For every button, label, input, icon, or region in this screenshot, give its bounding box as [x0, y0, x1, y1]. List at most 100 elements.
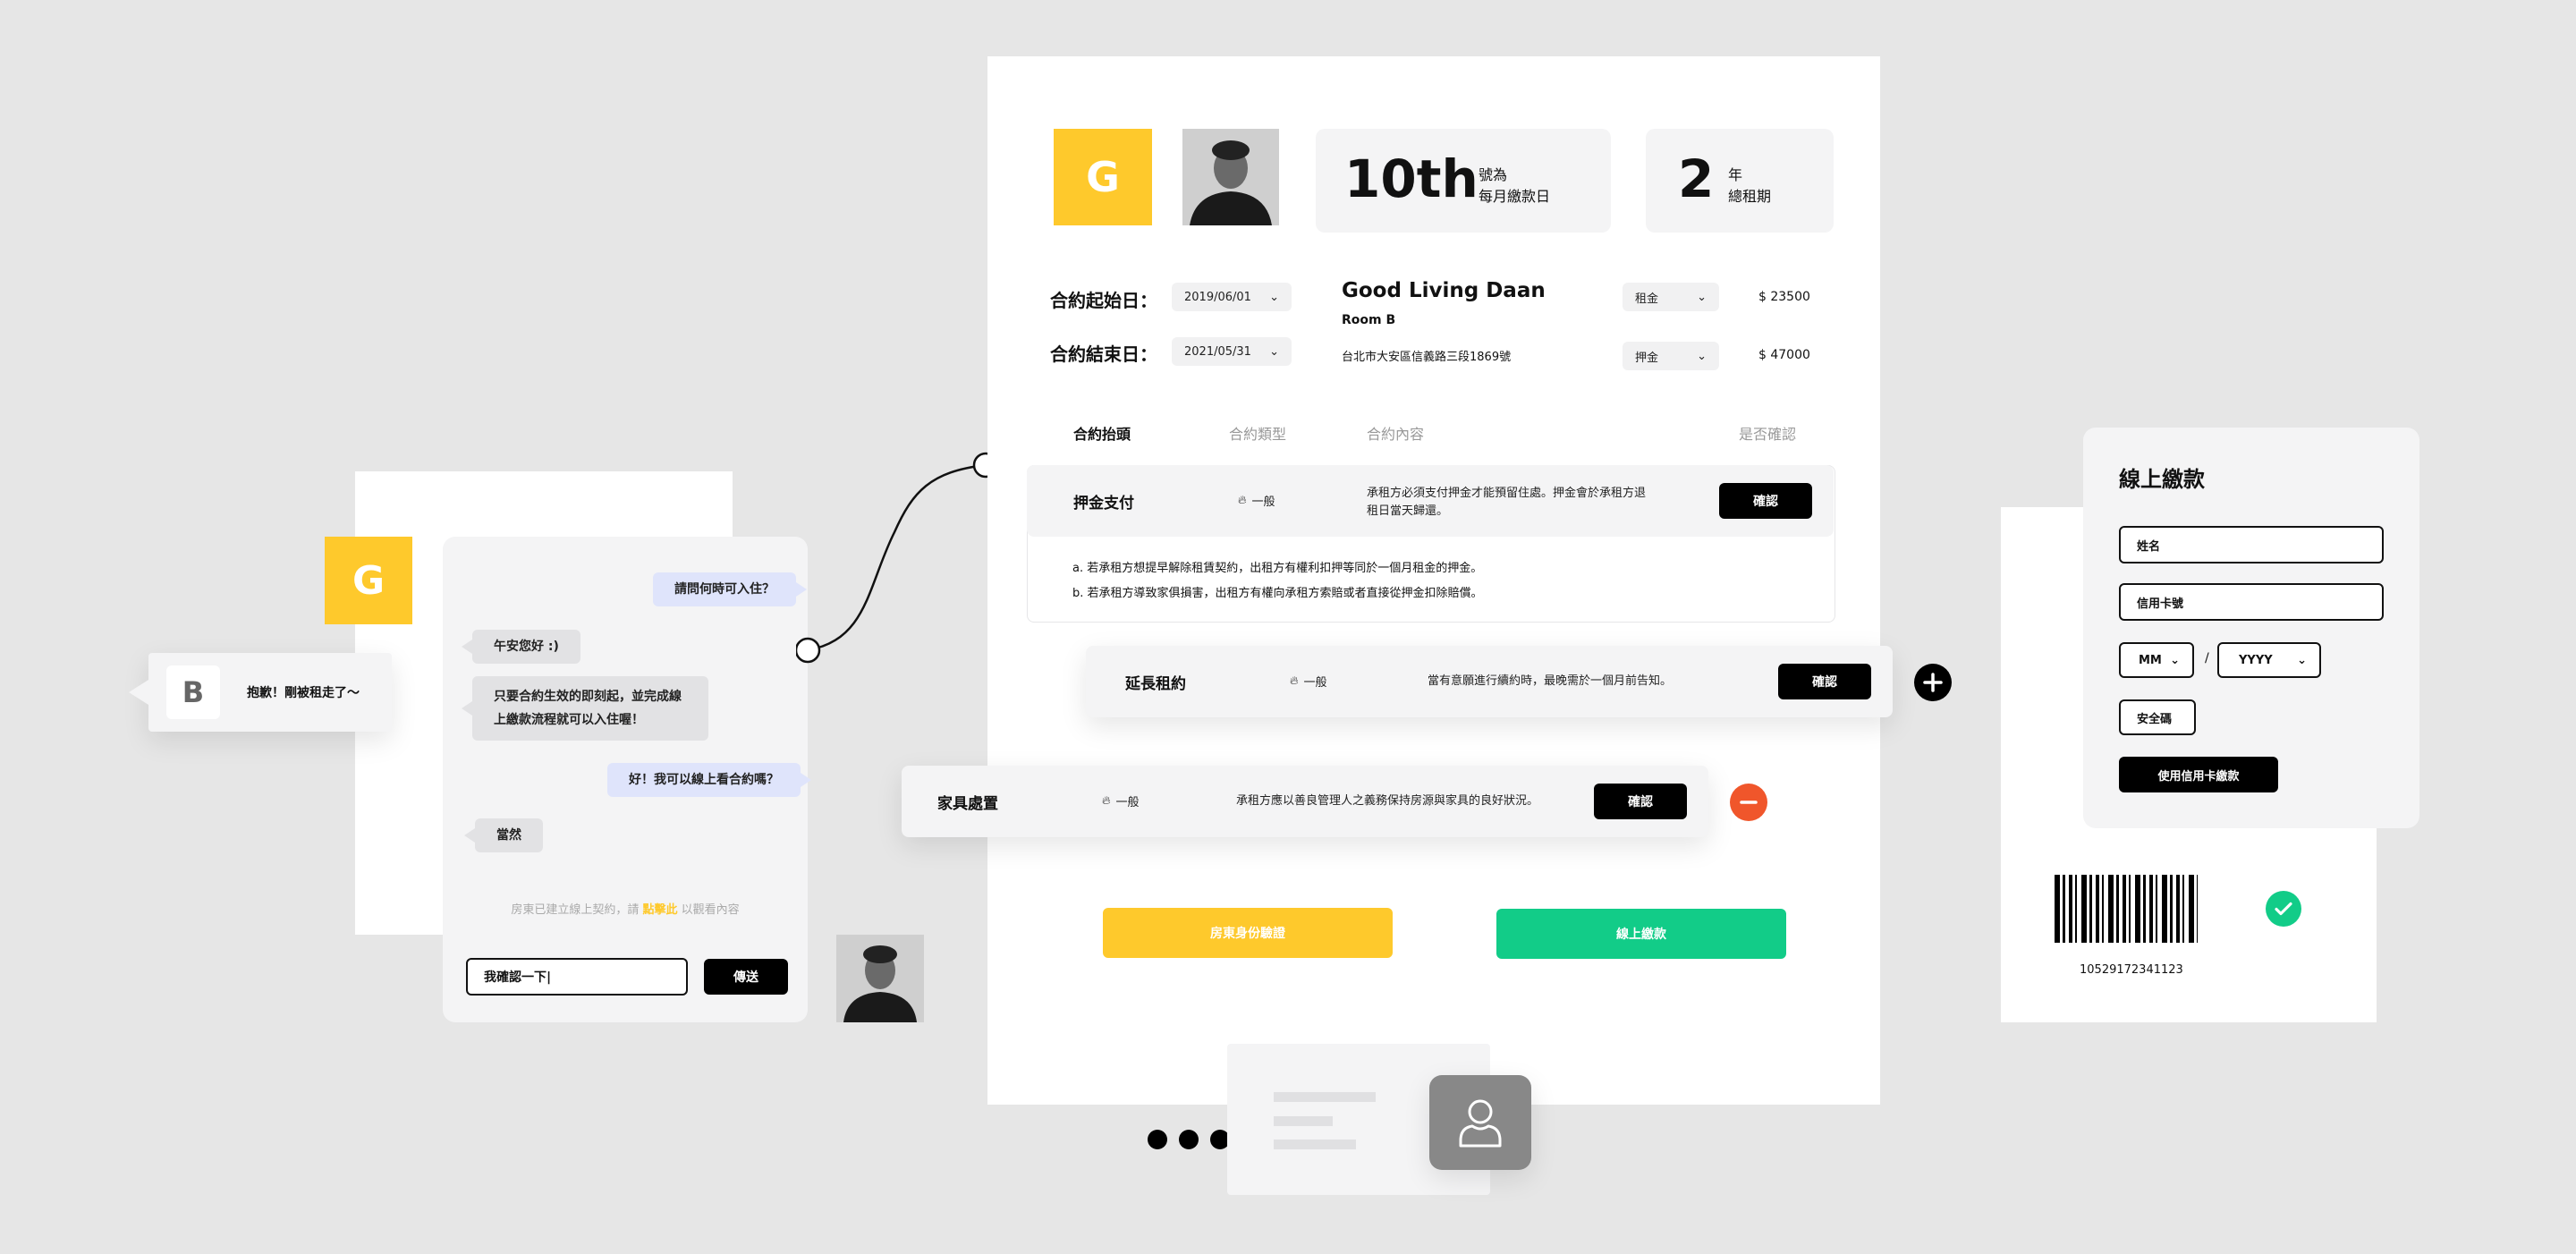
fire-icon: 🔥︎	[1290, 674, 1299, 688]
person-photo-icon	[836, 935, 924, 1022]
chat-bubble-1: 請問何時可入住？	[653, 572, 807, 606]
chat-bubble-5: 當然	[464, 818, 543, 852]
chevron-down-icon: ⌄	[1697, 290, 1707, 304]
expiry-slash: /	[2205, 651, 2209, 665]
barcode-number: 10529172341123	[2080, 963, 2183, 977]
dot	[1148, 1130, 1167, 1149]
expiry-month-select[interactable]: MM ⌄	[2119, 642, 2194, 678]
payment-title: 線上繳款	[2119, 467, 2205, 492]
chat-user-avatar	[836, 935, 924, 1022]
card-number-field[interactable]: 信用卡號	[2119, 583, 2384, 621]
name-field[interactable]: 姓名	[2119, 526, 2384, 563]
confirm-button[interactable]: 確認	[1719, 483, 1812, 519]
confirm-button[interactable]: 確認	[1778, 664, 1871, 699]
system-note: 房東已建立線上契約，請 點擊此 以觀看內容	[443, 900, 808, 917]
tab-confirmed[interactable]: 是否確認	[1739, 422, 1796, 444]
row-desc: 當有意願進行續約時，最晚需於一個月前告知。	[1428, 674, 1673, 688]
expiry-year-select[interactable]: YYYY ⌄	[2217, 642, 2321, 678]
tab-contract-content[interactable]: 合約內容	[1367, 422, 1424, 444]
chat-bubble-4: 好！我可以線上看合約嗎？	[607, 763, 811, 797]
property-address: 台北市大安區信義路三段1869號	[1342, 351, 1512, 364]
pay-with-card-button[interactable]: 使用信用卡繳款	[2119, 757, 2278, 792]
row-type: 🔥︎ 一般	[1102, 792, 1140, 809]
chevron-down-icon: ⌄	[2297, 653, 2307, 667]
person-photo-icon	[1182, 129, 1279, 225]
chat-bubble-2: 午安您好 :)	[462, 630, 580, 664]
dot	[1179, 1130, 1199, 1149]
end-date-value: 2021/05/31	[1184, 344, 1251, 359]
expiry-month-value: MM	[2139, 653, 2162, 667]
contract-landlord-photo	[1182, 129, 1279, 225]
fee-deposit-select[interactable]: 押金 ⌄	[1623, 342, 1719, 370]
placeholder-line	[1274, 1140, 1356, 1149]
contract-g-logo: G	[1054, 129, 1152, 225]
pay-day-line2: 每月繳款日	[1479, 188, 1551, 205]
add-row-button[interactable]	[1914, 664, 1952, 701]
chat-bubble-3: 只要合約生效的即刻起，並完成線上繳款流程就可以入住喔！	[462, 676, 708, 741]
fee-rent-label: 租金	[1635, 292, 1659, 306]
b-message-card: B 抱歉！剛被租走了～	[129, 653, 392, 732]
property-room: Room B	[1342, 313, 1396, 327]
term-number: 2	[1678, 148, 1715, 209]
start-date-label: 合約起始日：	[1050, 290, 1157, 311]
system-note-suffix: 以觀看內容	[677, 903, 740, 917]
deposit-row[interactable]: 押金支付 🔥︎ 一般 承租方必須支付押金才能預留住處。押金會於承租方退 租日當天歸…	[1027, 465, 1834, 537]
row-type: 🔥︎ 一般	[1290, 673, 1327, 690]
user-icon	[1459, 1099, 1502, 1148]
extend-lease-row[interactable]: 延長租約 🔥︎ 一般 當有意願進行續約時，最晚需於一個月前告知。 確認	[1086, 646, 1893, 717]
connector-line	[796, 452, 999, 664]
row-type-label: 一般	[1303, 676, 1327, 690]
row-desc: 承租方應以善良管理人之義務保持房源與家具的良好狀況。	[1236, 794, 1539, 808]
chat-input[interactable]: 我確認一下|	[466, 958, 688, 996]
remove-row-button[interactable]	[1730, 784, 1767, 821]
confirm-button[interactable]: 確認	[1594, 784, 1687, 819]
furniture-row[interactable]: 家具處置 🔥︎ 一般 承租方應以善良管理人之義務保持房源與家具的良好狀況。 確認	[902, 766, 1708, 837]
deposit-note-b: b. 若承租方導致家俱損害，出租方有權向承租方索賠或者直接從押金扣除賠償。	[1072, 587, 1483, 600]
send-button[interactable]: 傳送	[704, 959, 788, 995]
pay-day-line1: 號為	[1479, 166, 1508, 183]
b-message-text: 抱歉！剛被租走了～	[247, 686, 360, 700]
start-date-select[interactable]: 2019/06/01 ⌄	[1172, 283, 1292, 311]
tab-contract-type[interactable]: 合約類型	[1229, 422, 1286, 444]
fee-rent-value: $ 23500	[1758, 290, 1810, 304]
row-desc-line: 承租方必須支付押金才能預留住處。押金會於承租方退	[1367, 487, 1647, 500]
cvv-field[interactable]: 安全碼	[2119, 699, 2196, 735]
row-title: 押金支付	[1073, 495, 1134, 513]
paid-check-icon	[2266, 891, 2301, 927]
end-date-label: 合約結束日：	[1050, 343, 1157, 365]
barcode	[2055, 875, 2198, 943]
fire-icon: 🔥︎	[1102, 794, 1111, 808]
chevron-down-icon: ⌄	[1269, 344, 1279, 359]
payment-form-card: 線上繳款 姓名 信用卡號 MM ⌄ / YYYY ⌄ 安全碼 使用信用卡繳款	[2083, 428, 2419, 828]
chat-window: 請問何時可入住？ 午安您好 :) 只要合約生效的即刻起，並完成線上繳款流程就可以…	[443, 537, 811, 1022]
row-desc: 承租方必須支付押金才能預留住處。押金會於承租方退 租日當天歸還。	[1367, 485, 1646, 521]
row-type: 🔥︎ 一般	[1238, 492, 1275, 509]
term-line1: 年	[1728, 166, 1743, 183]
plus-icon	[1923, 673, 1943, 692]
system-note-prefix: 房東已建立線上契約，請	[511, 903, 643, 917]
id-verify-button[interactable]: 房東身份驗證	[1103, 908, 1393, 958]
start-date-value: 2019/06/01	[1184, 290, 1251, 304]
pay-day-card: 10th 號為 每月繳款日	[1316, 129, 1611, 233]
property-name: Good Living Daan	[1342, 279, 1546, 302]
term-card: 2 年 總租期	[1646, 129, 1834, 233]
term-line2: 總租期	[1728, 188, 1772, 205]
chevron-down-icon: ⌄	[1269, 290, 1279, 304]
row-title: 延長租約	[1125, 675, 1186, 693]
chat-g-logo: G	[325, 537, 412, 624]
fee-rent-select[interactable]: 租金 ⌄	[1623, 283, 1719, 311]
end-date-select[interactable]: 2021/05/31 ⌄	[1172, 337, 1292, 366]
system-note-link[interactable]: 點擊此	[642, 903, 677, 917]
tab-contract-header[interactable]: 合約抬頭	[1073, 422, 1131, 444]
placeholder-line	[1274, 1092, 1376, 1102]
fire-icon: 🔥︎	[1238, 494, 1247, 507]
minus-icon	[1740, 801, 1758, 804]
online-pay-button[interactable]: 線上繳款	[1496, 909, 1786, 959]
id-avatar-tile	[1429, 1075, 1531, 1170]
fee-deposit-value: $ 47000	[1758, 348, 1810, 362]
deposit-note-a: a. 若承租方想提早解除租賃契約，出租方有權利扣押等同於一個月租金的押金。	[1072, 562, 1483, 575]
row-type-label: 一般	[1251, 496, 1275, 509]
placeholder-line	[1274, 1116, 1333, 1126]
expiry-year-value: YYYY	[2239, 653, 2273, 667]
b-avatar: B	[166, 665, 220, 719]
